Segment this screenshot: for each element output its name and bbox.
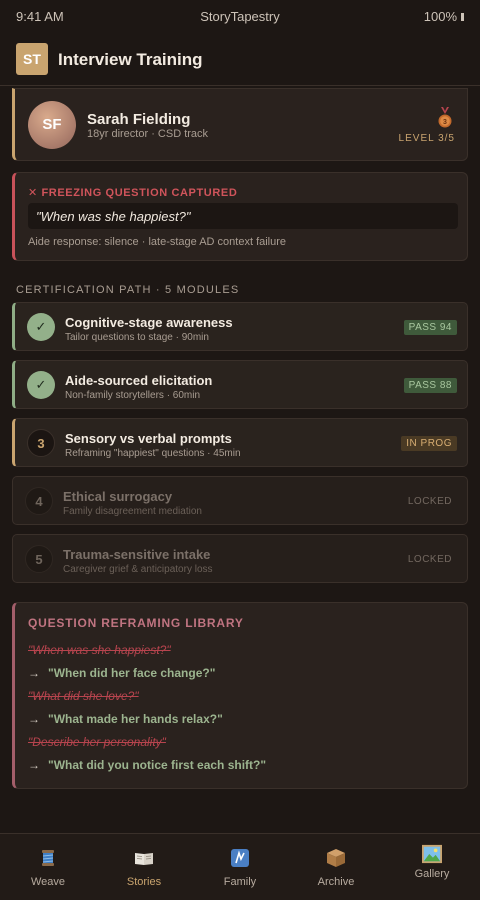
module-trauma-sensitive-intake: 5 Trauma-sensitive intake Caregiver grie… [12,534,468,583]
aide-response: Aide response: silence · late-stage AD c… [28,236,287,248]
tab-weave[interactable]: Weave [0,834,96,900]
level-indicator: LEVEL 3/5 [398,133,455,144]
module-title: Sensory vs verbal prompts [65,431,232,446]
certification-section-title: CERTIFICATION PATH · 5 MODULES [16,284,240,296]
status-badge: IN PROG [401,436,457,451]
module-subtitle: Tailor questions to stage · 90min [65,332,209,343]
module-subtitle: Family disagreement mediation [63,506,202,517]
arrow-right-icon: → [28,712,40,726]
box-icon [327,849,345,867]
tab-stories[interactable]: Stories [96,834,192,900]
module-number: 4 [25,487,53,515]
status-battery: 100% [424,9,464,24]
page-title: Interview Training [58,50,203,69]
freezing-title: ✕ FREEZING QUESTION CAPTURED [28,187,238,199]
freezing-quote: "When was she happiest?" [28,203,458,229]
freezing-question-card[interactable]: ✕ FREEZING QUESTION CAPTURED "When was s… [12,172,468,261]
tab-label: Archive [317,876,355,888]
module-subtitle: Caregiver grief & anticipatory loss [63,564,213,575]
tab-label: Family [223,876,257,888]
arrow-right-icon: → [28,758,40,772]
svg-text:3: 3 [443,119,447,126]
battery-icon [461,13,464,21]
battery-percent: 100% [423,9,457,24]
trainee-profile-card[interactable]: SF Sarah Fielding 18yr director · CSD tr… [12,88,468,161]
app-logo: ST [16,43,48,75]
tab-label: Stories [126,876,162,888]
original-question: "What did she love?" [28,689,139,703]
module-cognitive-stage-awareness[interactable]: ✓ Cognitive-stage awareness Tailor quest… [12,302,468,351]
arrow-right-icon: → [28,666,40,680]
spool-icon [42,850,54,866]
module-title: Trauma-sensitive intake [63,547,211,562]
reframed-text: "What made her hands relax?" [48,712,223,726]
reframed-question[interactable]: → "What made her hands relax?" [28,712,223,726]
module-title: Ethical surrogacy [63,489,173,504]
module-title: Aide-sourced elicitation [65,373,213,388]
original-question: "When was she happiest?" [28,643,171,657]
module-number: 5 [25,545,53,573]
module-subtitle: Non-family storytellers · 60min [65,390,201,401]
status-app-name: StoryTapestry [200,9,280,24]
module-ethical-surrogacy: 4 Ethical surrogacy Family disagreement … [12,476,468,525]
family-tree-icon [231,849,249,867]
module-number: 3 [27,429,55,457]
status-badge: LOCKED [407,554,452,565]
bottom-tab-bar: Weave Stories Family Archive Gallery [0,833,480,900]
reframed-text: "When did her face change?" [48,666,216,680]
open-book-icon [135,853,153,865]
tab-gallery[interactable]: Gallery [384,834,480,900]
reframed-question[interactable]: → "When did her face change?" [28,666,215,680]
framed-picture-icon [422,844,442,864]
avatar: SF [28,101,76,149]
check-icon: ✓ [27,313,55,341]
status-bar: 9:41 AM StoryTapestry 100% [0,0,480,32]
tab-label: Gallery [414,868,450,880]
check-icon: ✓ [27,371,55,399]
trainee-subtitle: 18yr director · CSD track [87,128,209,140]
module-sensory-vs-verbal-prompts[interactable]: 3 Sensory vs verbal prompts Reframing "h… [12,418,468,467]
module-aide-sourced-elicitation[interactable]: ✓ Aide-sourced elicitation Non-family st… [12,360,468,409]
original-question: "Describe her personality" [28,735,166,749]
tab-archive[interactable]: Archive [288,834,384,900]
status-badge: PASS 88 [403,378,457,393]
reframed-text: "What did you notice first each shift?" [48,758,267,772]
tab-label: Weave [30,876,66,888]
trainee-name: Sarah Fielding [87,111,191,128]
library-title: QUESTION REFRAMING LIBRARY [28,616,244,630]
module-subtitle: Reframing "happiest" questions · 45min [65,448,241,459]
question-reframing-library: QUESTION REFRAMING LIBRARY "When was she… [12,602,468,789]
status-badge: LOCKED [407,496,452,507]
tab-family[interactable]: Family [192,834,288,900]
reframed-question[interactable]: → "What did you notice first each shift?" [28,758,266,772]
app-header: ST Interview Training [0,36,480,86]
bronze-medal-icon: 3 [438,107,452,128]
module-title: Cognitive-stage awareness [65,315,233,330]
status-badge: PASS 94 [403,320,457,335]
